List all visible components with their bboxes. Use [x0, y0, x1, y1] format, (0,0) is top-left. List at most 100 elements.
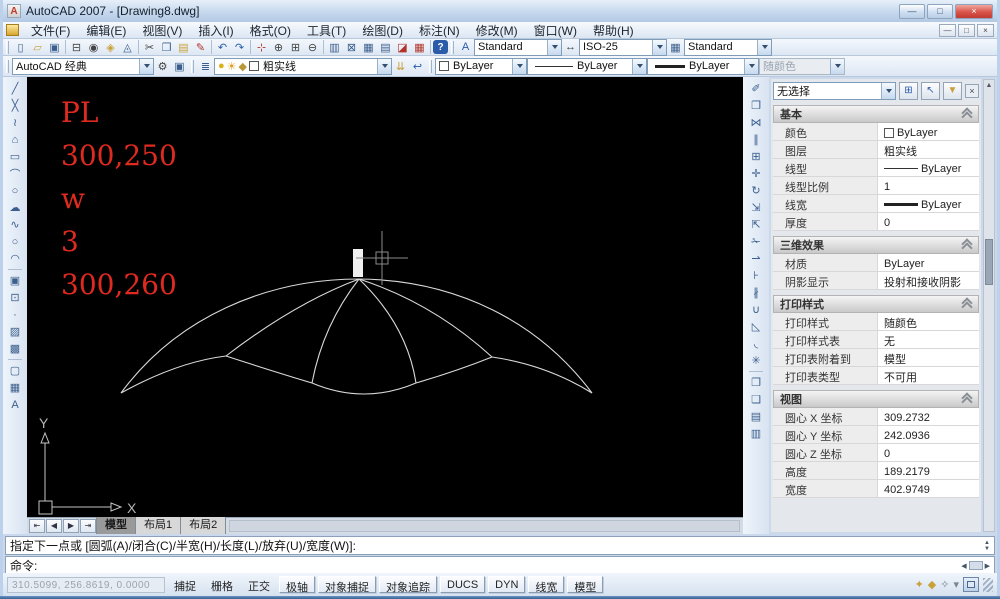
ellipse-arc-button[interactable]: ◠: [6, 250, 24, 267]
rectangle-button[interactable]: ▭: [6, 148, 24, 165]
menu-draw[interactable]: 绘图(D): [355, 21, 410, 40]
menu-edit[interactable]: 编辑(E): [79, 21, 133, 40]
selection-combo[interactable]: 无选择: [773, 82, 896, 100]
multiline-text-button[interactable]: A: [6, 396, 24, 413]
open-button[interactable]: ▱: [29, 39, 46, 55]
tab-model[interactable]: 模型: [96, 514, 136, 534]
paste-button[interactable]: ▤: [175, 39, 192, 55]
layer-previous-button[interactable]: ↩: [409, 58, 426, 74]
next-tab-button[interactable]: ▶: [63, 519, 79, 533]
markup-set-manager-button[interactable]: ◪: [394, 39, 411, 55]
scale-button[interactable]: ⇲: [747, 199, 765, 216]
tool-palettes-button[interactable]: ▤: [377, 39, 394, 55]
match-properties-button[interactable]: ✎: [192, 39, 209, 55]
first-tab-button[interactable]: ⇤: [29, 519, 45, 533]
property-value-width[interactable]: 402.9749: [877, 480, 979, 497]
break-button[interactable]: ∦: [747, 284, 765, 301]
fillet-button[interactable]: ◟: [747, 335, 765, 352]
menu-insert[interactable]: 插入(I): [191, 21, 240, 40]
crosshair-cursor[interactable]: [356, 231, 408, 285]
tab-layout2[interactable]: 布局2: [180, 514, 226, 534]
publish-button[interactable]: ◈: [102, 39, 119, 55]
toggle-dyn[interactable]: DYN: [488, 576, 525, 593]
annotation-visibility-icon[interactable]: ✧: [940, 578, 949, 591]
scroll-up-arrow-icon[interactable]: ▲: [986, 80, 993, 89]
polygon-button[interactable]: ⌂: [6, 131, 24, 148]
mirror-button[interactable]: ⋈: [747, 114, 765, 131]
toggle-osnap[interactable]: 对象捕捉: [318, 576, 376, 593]
3d-dwf-button[interactable]: ◬: [119, 39, 136, 55]
doc-restore-button[interactable]: □: [958, 24, 975, 37]
combo-arrow[interactable]: [377, 59, 391, 74]
linetype-control-combo[interactable]: ByLayer: [527, 58, 647, 75]
property-value-center-y[interactable]: 242.0936: [877, 426, 979, 443]
line-button[interactable]: ╱: [6, 80, 24, 97]
table-style-combo[interactable]: Standard: [684, 39, 772, 56]
toolbar-grip[interactable]: [6, 60, 9, 73]
section-header[interactable]: 视图: [773, 390, 979, 408]
scrollbar-thumb[interactable]: [969, 561, 983, 570]
sheet-set-manager-button[interactable]: ▥: [326, 39, 343, 55]
toolbar-grip[interactable]: [191, 60, 194, 73]
revision-cloud-button[interactable]: ☁: [6, 199, 24, 216]
prev-tab-button[interactable]: ◀: [46, 519, 62, 533]
command-horizontal-scrollbar[interactable]: ◀ ▶: [961, 561, 990, 570]
property-value-thickness[interactable]: 0: [877, 213, 979, 230]
save-button[interactable]: ▣: [46, 39, 63, 55]
quick-select-button[interactable]: ▼: [943, 82, 962, 100]
toggle-otrack[interactable]: 对象追踪: [379, 576, 437, 593]
palette-scrollbar[interactable]: ▲: [983, 79, 995, 532]
document-icon[interactable]: [6, 24, 19, 36]
table-button[interactable]: ▦: [6, 379, 24, 396]
bring-to-front-button[interactable]: ❐: [747, 374, 765, 391]
menu-tools[interactable]: 工具(T): [300, 21, 353, 40]
plot-button[interactable]: ⊟: [68, 39, 85, 55]
break-at-point-button[interactable]: ⊦: [747, 267, 765, 284]
gradient-button[interactable]: ▩: [6, 340, 24, 357]
quick-calc-button[interactable]: ▦: [411, 39, 428, 55]
toggle-grid[interactable]: 栅格: [205, 576, 239, 593]
insert-block-button[interactable]: ▣: [6, 272, 24, 289]
toggle-pickadd-button[interactable]: ⊞: [899, 82, 918, 100]
clean-screen-button[interactable]: [963, 577, 979, 592]
command-history[interactable]: 指定下一点或 [圆弧(A)/闭合(C)/半宽(H)/长度(L)/放弃(U)/宽度…: [5, 536, 995, 555]
palette-close-button[interactable]: ×: [965, 84, 979, 98]
rotate-button[interactable]: ↻: [747, 182, 765, 199]
text-style-combo[interactable]: Standard: [474, 39, 562, 56]
stretch-button[interactable]: ⇱: [747, 216, 765, 233]
send-to-back-button[interactable]: ❏: [747, 391, 765, 408]
help-button[interactable]: ?: [433, 40, 448, 54]
combo-arrow[interactable]: [547, 40, 561, 55]
property-value-lineweight[interactable]: ByLayer: [877, 195, 979, 212]
redo-button[interactable]: ↷: [231, 39, 248, 55]
cut-button[interactable]: ✂: [141, 39, 158, 55]
toggle-model[interactable]: 模型: [567, 576, 603, 593]
chamfer-button[interactable]: ◺: [747, 318, 765, 335]
property-value-shadow[interactable]: 投射和接收阴影: [877, 272, 979, 289]
minimize-button[interactable]: —: [899, 4, 925, 19]
property-value-plottable[interactable]: 无: [877, 331, 979, 348]
combo-arrow[interactable]: [757, 40, 771, 55]
annotation-scale-icon[interactable]: ✦: [915, 578, 924, 591]
property-value-plottype[interactable]: 不可用: [877, 367, 979, 384]
plot-preview-button[interactable]: ◉: [85, 39, 102, 55]
combo-arrow[interactable]: [632, 59, 646, 74]
layer-thaw-icon[interactable]: ☀: [227, 60, 237, 73]
toolbar-grip[interactable]: [451, 41, 454, 54]
section-header[interactable]: 三维效果: [773, 236, 979, 254]
workspace-settings-button[interactable]: ⚙: [154, 58, 171, 74]
section-header[interactable]: 打印样式: [773, 295, 979, 313]
toggle-polar[interactable]: 极轴: [279, 576, 315, 593]
copy-object-button[interactable]: ❐: [747, 97, 765, 114]
combo-arrow[interactable]: [652, 40, 666, 55]
explode-button[interactable]: ✳: [747, 352, 765, 369]
property-value-linetype[interactable]: ByLayer: [877, 159, 979, 176]
menu-file[interactable]: 文件(F): [24, 21, 77, 40]
layer-lock-icon[interactable]: ◆: [239, 60, 247, 73]
doc-close-button[interactable]: ×: [977, 24, 994, 37]
menu-view[interactable]: 视图(V): [135, 21, 189, 40]
scrollbar-thumb[interactable]: [985, 239, 993, 285]
menu-help[interactable]: 帮助(H): [586, 21, 641, 40]
zoom-realtime-button[interactable]: ⊕: [270, 39, 287, 55]
layer-properties-button[interactable]: ≣: [197, 58, 214, 74]
